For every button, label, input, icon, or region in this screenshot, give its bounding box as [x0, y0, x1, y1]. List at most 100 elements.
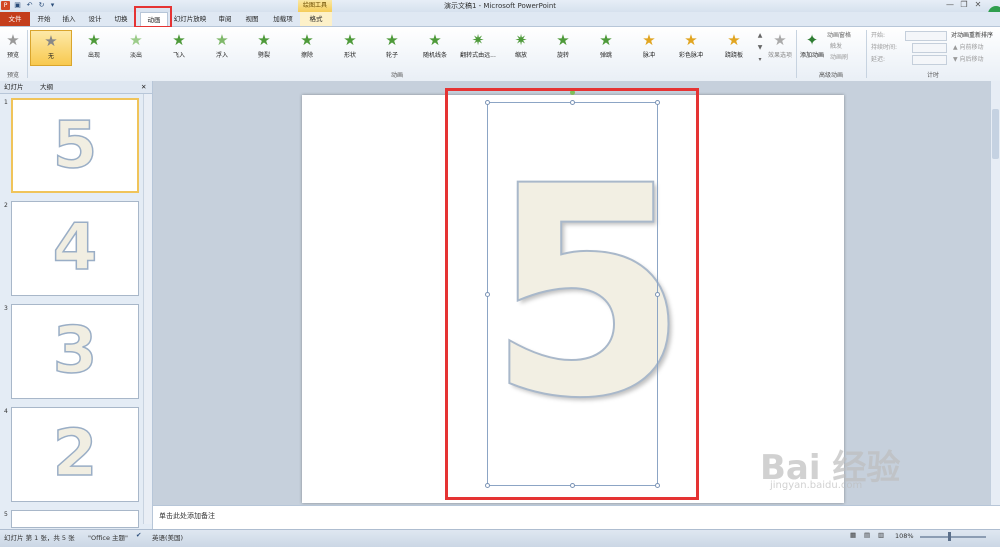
star-icon: ★ — [343, 31, 357, 49]
animation-painter-button[interactable]: 动画刷 — [830, 53, 848, 62]
notes-pane[interactable]: 单击此处添加备注 — [153, 505, 1000, 530]
animation-label: 翻转式由远... — [460, 52, 496, 59]
undo-icon[interactable]: ↶ — [25, 1, 34, 10]
star-icon: ★ — [129, 31, 143, 49]
animation-split[interactable]: ★ 劈裂 — [243, 30, 285, 66]
tab-view[interactable]: 视图 — [240, 12, 264, 26]
star-icon: ✷ — [514, 31, 528, 49]
tab-addins[interactable]: 加载项 — [268, 12, 298, 26]
drawing-tools-context-label: 绘图工具 — [298, 0, 332, 12]
slide-thumbnail-5[interactable] — [11, 510, 139, 528]
thumbnail-digit: 3 — [52, 313, 98, 389]
start-dropdown[interactable] — [905, 31, 947, 41]
animation-label: 旋转 — [556, 52, 569, 59]
pane-close-icon[interactable]: ✕ — [141, 82, 146, 93]
preview-label: 预览 — [6, 52, 19, 59]
animation-appear[interactable]: ★ 出现 — [73, 30, 115, 66]
animation-label: 形状 — [343, 52, 356, 59]
slide-thumbnail-3[interactable]: 3 — [11, 304, 139, 399]
gallery-scroll[interactable]: ▲ ▼ ▾ — [756, 30, 764, 66]
move-later-button[interactable]: ▼ 向后移动 — [953, 55, 984, 64]
animation-bounce[interactable]: ★ 弹跳 — [585, 30, 627, 66]
animation-label: 淡出 — [129, 52, 142, 59]
close-button[interactable]: ✕ — [972, 0, 984, 10]
tab-file[interactable]: 文件 — [0, 12, 30, 26]
slide-sorter-icon[interactable]: ▤ — [864, 531, 870, 539]
move-earlier-button[interactable]: ▲ 向前移动 — [953, 43, 984, 52]
delay-label: 延迟: — [871, 56, 886, 63]
animation-wipe[interactable]: ★ 擦除 — [286, 30, 328, 66]
slide-highlight-box — [445, 88, 699, 500]
add-animation-button[interactable]: ✦ 添加动画 — [798, 30, 826, 66]
slide-thumbnail-2[interactable]: 4 — [11, 201, 139, 296]
star-icon: ★ — [215, 31, 229, 49]
preview-button[interactable]: ★ 预览 — [0, 30, 26, 66]
customize-qat-icon[interactable]: ▾ — [48, 1, 57, 10]
animation-teeter[interactable]: ★ 跷跷板 — [713, 30, 755, 66]
star-icon: ★ — [87, 31, 101, 49]
animation-random-bars[interactable]: ★ 随机线条 — [414, 30, 456, 66]
powerpoint-app-icon[interactable]: P — [1, 1, 10, 10]
scrollbar-thumb[interactable] — [992, 109, 999, 159]
restore-button[interactable]: ❐ — [958, 0, 970, 10]
star-icon: ★ — [385, 31, 399, 49]
spellcheck-icon[interactable]: ✔ — [136, 531, 141, 539]
reading-view-icon[interactable]: ▥ — [878, 531, 884, 539]
minimize-button[interactable]: — — [944, 0, 956, 10]
star-icon: ★ — [599, 31, 613, 49]
preview-star-icon: ★ — [6, 31, 20, 49]
tab-review[interactable]: 审阅 — [214, 12, 236, 26]
animation-color-pulse[interactable]: ★ 彩色脉冲 — [670, 30, 712, 66]
tab-insert[interactable]: 插入 — [58, 12, 80, 26]
preview-group-label: 预览 — [6, 72, 19, 79]
animation-float-in[interactable]: ★ 浮入 — [201, 30, 243, 66]
star-icon: ★ — [642, 31, 656, 49]
language-status[interactable]: 英语(美国) — [152, 532, 183, 542]
animation-shape[interactable]: ★ 形状 — [329, 30, 371, 66]
animation-label: 随机线条 — [422, 52, 447, 59]
tab-transitions[interactable]: 切换 — [110, 12, 132, 26]
effect-options-button[interactable]: ★ 效果选项 — [765, 30, 795, 66]
animation-swivel[interactable]: ★ 旋转 — [542, 30, 584, 66]
start-label: 开始: — [871, 32, 886, 39]
normal-view-icon[interactable]: ▦ — [850, 531, 856, 539]
effect-options-icon: ★ — [773, 31, 787, 49]
tab-outline[interactable]: 大纲 — [40, 82, 53, 93]
animation-none[interactable]: ★ 无 — [30, 30, 72, 66]
animation-fade[interactable]: ★ 淡出 — [115, 30, 157, 66]
trigger-button[interactable]: 触发 — [830, 42, 842, 51]
animation-fly-in[interactable]: ★ 飞入 — [158, 30, 200, 66]
zoom-slider-thumb[interactable] — [948, 532, 951, 541]
redo-icon[interactable]: ↻ — [37, 1, 46, 10]
tab-home[interactable]: 开始 — [33, 12, 55, 26]
slide-number: 1 — [4, 99, 8, 106]
animation-pane-button[interactable]: 动画窗格 — [827, 31, 851, 40]
add-animation-icon: ✦ — [805, 31, 819, 49]
animation-pulse[interactable]: ★ 脉冲 — [628, 30, 670, 66]
slide-thumbnail-4[interactable]: 2 — [11, 407, 139, 502]
group-separator — [866, 30, 867, 78]
tab-format[interactable]: 格式 — [300, 12, 332, 26]
slide-number: 3 — [4, 305, 8, 312]
animation-grow-turn[interactable]: ✷ 翻转式由远... — [457, 30, 499, 66]
zoom-level[interactable]: 108% — [895, 532, 914, 540]
tab-slideshow[interactable]: 幻灯片放映 — [170, 12, 210, 26]
advanced-animation-group-label: 高级动画 — [818, 72, 843, 79]
animation-zoom[interactable]: ✷ 缩放 — [500, 30, 542, 66]
save-icon[interactable]: ▣ — [13, 1, 22, 10]
effect-options-label: 效果选项 — [767, 52, 792, 59]
zoom-slider[interactable] — [920, 536, 986, 538]
delay-spinner[interactable] — [912, 55, 947, 65]
duration-spinner[interactable] — [912, 43, 947, 53]
group-separator — [796, 30, 797, 78]
pane-scrollbar[interactable] — [143, 94, 152, 524]
animation-label: 出现 — [87, 52, 100, 59]
star-icon: ★ — [44, 32, 58, 50]
tab-slides[interactable]: 幻灯片 — [4, 82, 24, 93]
animation-label: 轮子 — [385, 52, 398, 59]
animation-wheel[interactable]: ★ 轮子 — [371, 30, 413, 66]
notes-placeholder: 单击此处添加备注 — [159, 512, 215, 520]
slide-thumbnail-1[interactable]: 5 — [11, 98, 139, 193]
star-icon: ★ — [727, 31, 741, 49]
tab-design[interactable]: 设计 — [84, 12, 106, 26]
